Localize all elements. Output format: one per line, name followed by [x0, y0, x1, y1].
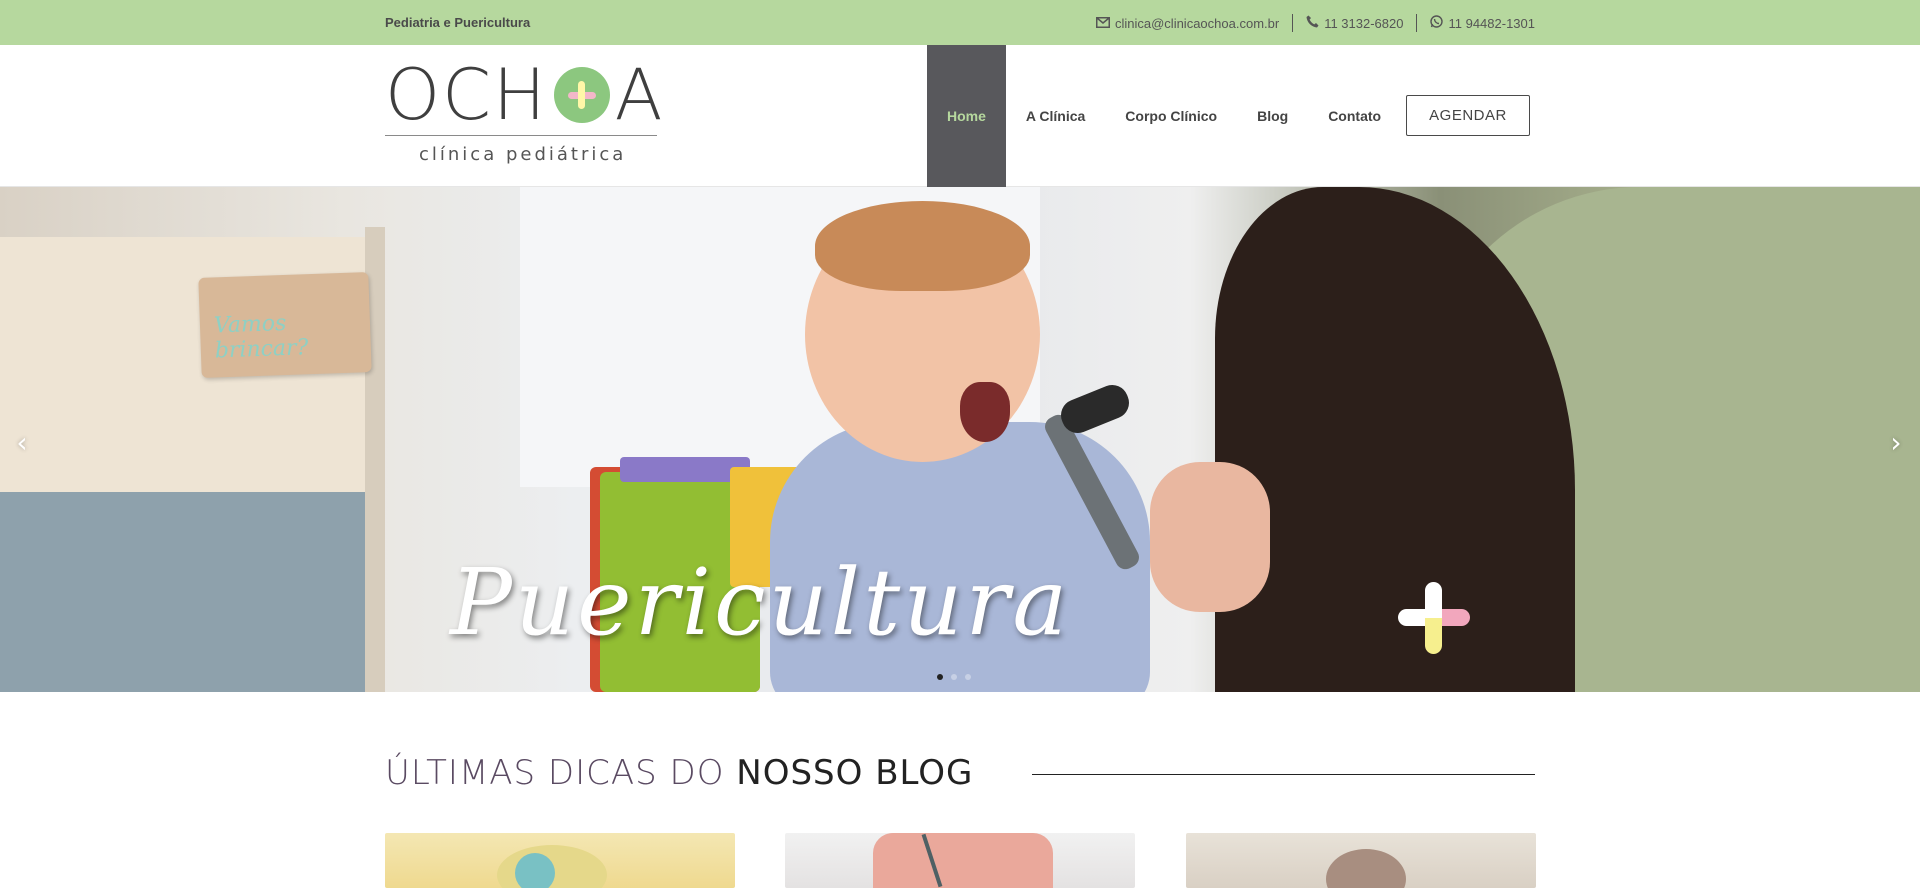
- logo-subtitle: clínica pediátrica: [419, 144, 627, 165]
- logo-divider: [385, 135, 657, 136]
- nav-contato[interactable]: Contato: [1308, 45, 1401, 187]
- blog-card-image: [873, 833, 1053, 888]
- whatsapp-link[interactable]: 11 94482-1301: [1430, 15, 1535, 31]
- blog-card[interactable]: [1186, 833, 1536, 888]
- nav-home[interactable]: Home: [927, 45, 1006, 187]
- top-bar: Pediatria e Puericultura clinica@clinica…: [0, 0, 1920, 45]
- chevron-right-icon[interactable]: ›: [1881, 426, 1911, 459]
- hero-sign-text: Vamos brincar?: [213, 310, 309, 364]
- main-nav: Home A Clínica Corpo Clínico Blog Contat…: [927, 45, 1401, 187]
- email-text: clinica@clinicaochoa.com.br: [1114, 15, 1280, 31]
- whatsapp-text: 11 94482-1301: [1448, 15, 1535, 31]
- logo-plus-circle-icon: [553, 67, 610, 123]
- site-logo[interactable]: OCH A clínica pediátrica: [385, 60, 663, 175]
- blog-heading-strong: NOSSO BLOG: [736, 753, 974, 793]
- phone-link[interactable]: 11 3132-6820: [1306, 15, 1403, 31]
- contact-divider: [1292, 14, 1294, 32]
- hero-slider: Vamos brincar? Puericultura ‹ ›: [0, 187, 1920, 692]
- logo-letters-right: A: [614, 54, 665, 136]
- contact-divider: [1416, 14, 1418, 32]
- blog-heading: ÚLTIMAS DICAS DO NOSSO BLOG: [385, 753, 973, 793]
- blog-card[interactable]: [785, 833, 1135, 888]
- nav-blog[interactable]: Blog: [1237, 45, 1308, 187]
- blog-heading-light: ÚLTIMAS DICAS DO: [385, 753, 737, 793]
- logo-wordmark: OCH A: [385, 54, 665, 136]
- top-contacts: clinica@clinicaochoa.com.br 11 3132-6820…: [1095, 14, 1535, 32]
- slider-dots: [937, 674, 971, 680]
- email-link[interactable]: clinica@clinicaochoa.com.br: [1095, 15, 1280, 31]
- whatsapp-icon: [1430, 15, 1444, 31]
- blog-card-image: [1326, 849, 1406, 888]
- top-tagline: Pediatria e Puericultura: [385, 15, 531, 30]
- hero-sign: Vamos brincar?: [198, 272, 372, 378]
- phone-text: 11 3132-6820: [1324, 15, 1404, 31]
- blog-card[interactable]: [385, 833, 735, 888]
- agendar-button[interactable]: AGENDAR: [1406, 95, 1530, 136]
- hero-title: Puericultura: [450, 549, 1071, 656]
- slider-dot[interactable]: [951, 674, 957, 680]
- envelope-icon: [1095, 16, 1110, 31]
- phone-icon: [1306, 15, 1319, 31]
- nav-a-clinica[interactable]: A Clínica: [1006, 45, 1105, 187]
- logo-letters-left: OCH: [385, 54, 548, 136]
- slider-dot[interactable]: [965, 674, 971, 680]
- blog-heading-rule: [1032, 774, 1535, 775]
- chevron-left-icon[interactable]: ‹: [7, 426, 37, 459]
- slider-dot[interactable]: [937, 674, 943, 680]
- hero-plus-icon: [1398, 582, 1470, 654]
- nav-corpo-clinico[interactable]: Corpo Clínico: [1105, 45, 1237, 187]
- site-header: OCH A clínica pediátrica Home A Clínica …: [0, 45, 1920, 187]
